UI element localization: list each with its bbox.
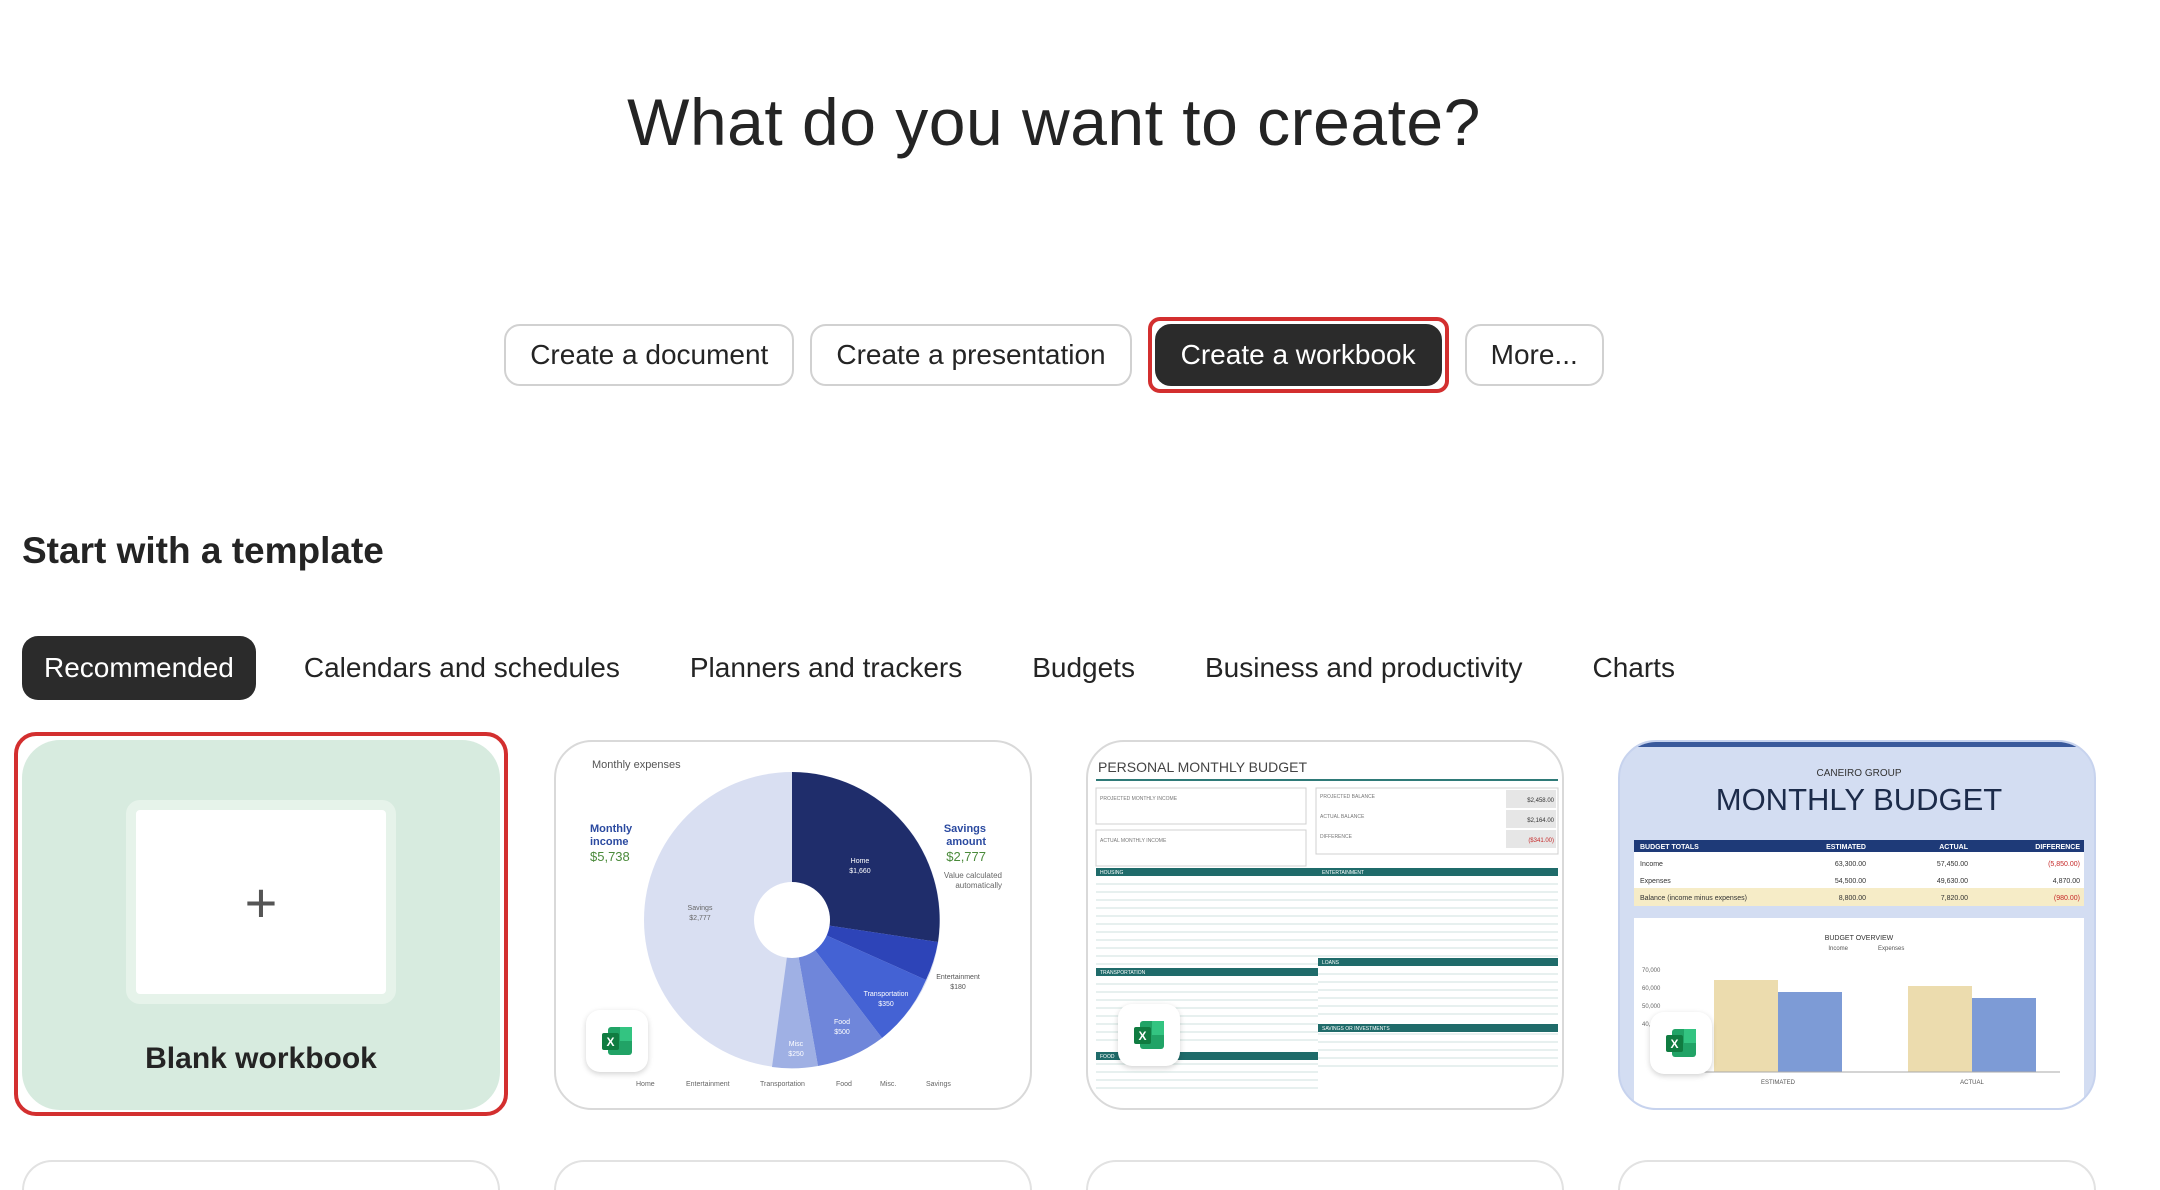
svg-text:FOOD: FOOD bbox=[1100, 1054, 1115, 1060]
svg-text:Monthly: Monthly bbox=[590, 823, 633, 835]
excel-icon: X bbox=[586, 1010, 648, 1072]
svg-text:ACTUAL: ACTUAL bbox=[1939, 844, 1968, 851]
svg-text:$500: $500 bbox=[834, 1029, 850, 1036]
excel-icon: X bbox=[1118, 1004, 1180, 1066]
svg-text:Misc.: Misc. bbox=[880, 1081, 896, 1088]
svg-text:BUDGET OVERVIEW: BUDGET OVERVIEW bbox=[1825, 935, 1894, 942]
template-card[interactable] bbox=[1618, 1160, 2096, 1190]
svg-text:$250: $250 bbox=[788, 1051, 804, 1058]
svg-text:Home: Home bbox=[851, 858, 870, 865]
svg-text:BUDGET TOTALS: BUDGET TOTALS bbox=[1640, 844, 1699, 851]
tab-budgets[interactable]: Budgets bbox=[1010, 636, 1157, 700]
create-options: Create a document Create a presentation … bbox=[0, 317, 2108, 393]
svg-text:8,800.00: 8,800.00 bbox=[1839, 895, 1866, 902]
svg-text:$5,738: $5,738 bbox=[590, 849, 630, 864]
template-card[interactable] bbox=[22, 1160, 500, 1190]
svg-text:54,500.00: 54,500.00 bbox=[1835, 878, 1866, 885]
tab-recommended[interactable]: Recommended bbox=[22, 636, 256, 700]
svg-text:$2,777: $2,777 bbox=[946, 849, 986, 864]
svg-text:ESTIMATED: ESTIMATED bbox=[1761, 1080, 1796, 1086]
svg-text:PROJECTED BALANCE: PROJECTED BALANCE bbox=[1320, 794, 1376, 800]
highlight-outline: Create a workbook bbox=[1147, 317, 1449, 393]
svg-text:automatically: automatically bbox=[955, 881, 1002, 890]
template-card-monthly-budget[interactable]: CANEIRO GROUP MONTHLY BUDGET BUDGET TOTA… bbox=[1618, 740, 2096, 1110]
svg-text:$2,777: $2,777 bbox=[689, 915, 711, 922]
svg-text:Income: Income bbox=[1828, 946, 1848, 952]
svg-text:amount: amount bbox=[946, 836, 986, 848]
svg-text:Balance (income minus expenses: Balance (income minus expenses) bbox=[1640, 895, 1747, 902]
highlight-outline bbox=[14, 732, 508, 1116]
svg-text:X: X bbox=[1138, 1029, 1146, 1043]
svg-text:($341.00): ($341.00) bbox=[1528, 838, 1554, 844]
template-card[interactable] bbox=[1086, 1160, 1564, 1190]
svg-text:(5,850.00): (5,850.00) bbox=[2048, 861, 2080, 868]
excel-icon: X bbox=[1650, 1012, 1712, 1074]
svg-text:Entertainment: Entertainment bbox=[686, 1081, 730, 1088]
svg-text:ACTUAL MONTHLY INCOME: ACTUAL MONTHLY INCOME bbox=[1100, 838, 1167, 844]
template-tabs: Recommended Calendars and schedules Plan… bbox=[22, 636, 1697, 700]
svg-text:Expenses: Expenses bbox=[1878, 946, 1904, 952]
svg-text:Misc: Misc bbox=[789, 1041, 804, 1048]
section-title: Start with a template bbox=[22, 530, 384, 571]
svg-text:Expenses: Expenses bbox=[1640, 878, 1671, 885]
svg-text:Food: Food bbox=[834, 1019, 850, 1026]
svg-text:Home: Home bbox=[636, 1081, 655, 1088]
svg-text:PROJECTED MONTHLY INCOME: PROJECTED MONTHLY INCOME bbox=[1100, 796, 1178, 802]
svg-text:$2,458.00: $2,458.00 bbox=[1527, 798, 1554, 804]
more-button[interactable]: More... bbox=[1464, 324, 1604, 386]
svg-text:X: X bbox=[606, 1035, 614, 1049]
svg-text:7,820.00: 7,820.00 bbox=[1941, 895, 1968, 902]
svg-text:57,450.00: 57,450.00 bbox=[1937, 861, 1968, 868]
svg-text:ESTIMATED: ESTIMATED bbox=[1826, 844, 1866, 851]
svg-text:50,000: 50,000 bbox=[1642, 1004, 1661, 1010]
svg-text:Value calculated: Value calculated bbox=[944, 871, 1002, 880]
svg-text:LOANS: LOANS bbox=[1322, 960, 1340, 966]
svg-text:4,870.00: 4,870.00 bbox=[2053, 878, 2080, 885]
svg-text:Savings: Savings bbox=[926, 1081, 951, 1088]
svg-text:Savings: Savings bbox=[688, 905, 713, 912]
svg-text:49,630.00: 49,630.00 bbox=[1937, 878, 1968, 885]
svg-text:income: income bbox=[590, 836, 629, 848]
create-document-button[interactable]: Create a document bbox=[504, 324, 795, 386]
template-card-monthly-expenses[interactable]: Monthly expenses Monthly income $5,738 S… bbox=[554, 740, 1032, 1110]
svg-text:ACTUAL: ACTUAL bbox=[1960, 1080, 1984, 1086]
template-card[interactable] bbox=[554, 1160, 1032, 1190]
svg-text:Income: Income bbox=[1640, 861, 1663, 868]
svg-text:PERSONAL MONTHLY BUDGET: PERSONAL MONTHLY BUDGET bbox=[1098, 759, 1307, 775]
svg-text:Transportation: Transportation bbox=[864, 991, 909, 998]
svg-text:Savings: Savings bbox=[944, 823, 986, 835]
svg-text:X: X bbox=[1670, 1037, 1678, 1051]
page-title: What do you want to create? bbox=[627, 85, 1481, 159]
tab-charts[interactable]: Charts bbox=[1570, 636, 1696, 700]
svg-text:70,000: 70,000 bbox=[1642, 968, 1661, 974]
svg-text:$1,660: $1,660 bbox=[849, 868, 871, 875]
svg-text:ENTERTAINMENT: ENTERTAINMENT bbox=[1322, 870, 1364, 876]
svg-text:Food: Food bbox=[836, 1081, 852, 1088]
tab-planners-and-trackers[interactable]: Planners and trackers bbox=[668, 636, 984, 700]
svg-text:DIFFERENCE: DIFFERENCE bbox=[1320, 834, 1353, 840]
svg-text:TRANSPORTATION: TRANSPORTATION bbox=[1100, 970, 1146, 976]
template-cards: + Blank workbook Monthly expenses Monthl… bbox=[14, 732, 2112, 1190]
svg-text:MONTHLY BUDGET: MONTHLY BUDGET bbox=[1716, 782, 2003, 817]
svg-text:SAVINGS OR INVESTMENTS: SAVINGS OR INVESTMENTS bbox=[1322, 1026, 1390, 1032]
svg-text:Entertainment: Entertainment bbox=[936, 974, 980, 981]
svg-text:DIFFERENCE: DIFFERENCE bbox=[2035, 844, 2080, 851]
svg-text:(980.00): (980.00) bbox=[2054, 895, 2080, 902]
svg-text:Monthly expenses: Monthly expenses bbox=[592, 759, 681, 771]
svg-text:CANEIRO GROUP: CANEIRO GROUP bbox=[1816, 768, 1901, 779]
tab-calendars-and-schedules[interactable]: Calendars and schedules bbox=[282, 636, 642, 700]
svg-text:$2,164.00: $2,164.00 bbox=[1527, 818, 1554, 824]
svg-text:$350: $350 bbox=[878, 1001, 894, 1008]
svg-text:$180: $180 bbox=[950, 984, 966, 991]
template-card-personal-monthly-budget[interactable]: PERSONAL MONTHLY BUDGET PROJECTED MONTHL… bbox=[1086, 740, 1564, 1110]
svg-text:63,300.00: 63,300.00 bbox=[1835, 861, 1866, 868]
svg-text:60,000: 60,000 bbox=[1642, 986, 1661, 992]
svg-text:Transportation: Transportation bbox=[760, 1081, 805, 1088]
svg-text:HOUSING: HOUSING bbox=[1100, 870, 1123, 876]
create-workbook-button[interactable]: Create a workbook bbox=[1154, 324, 1442, 386]
tab-business-and-productivity[interactable]: Business and productivity bbox=[1183, 636, 1545, 700]
create-presentation-button[interactable]: Create a presentation bbox=[810, 324, 1132, 386]
svg-text:ACTUAL BALANCE: ACTUAL BALANCE bbox=[1320, 814, 1365, 820]
